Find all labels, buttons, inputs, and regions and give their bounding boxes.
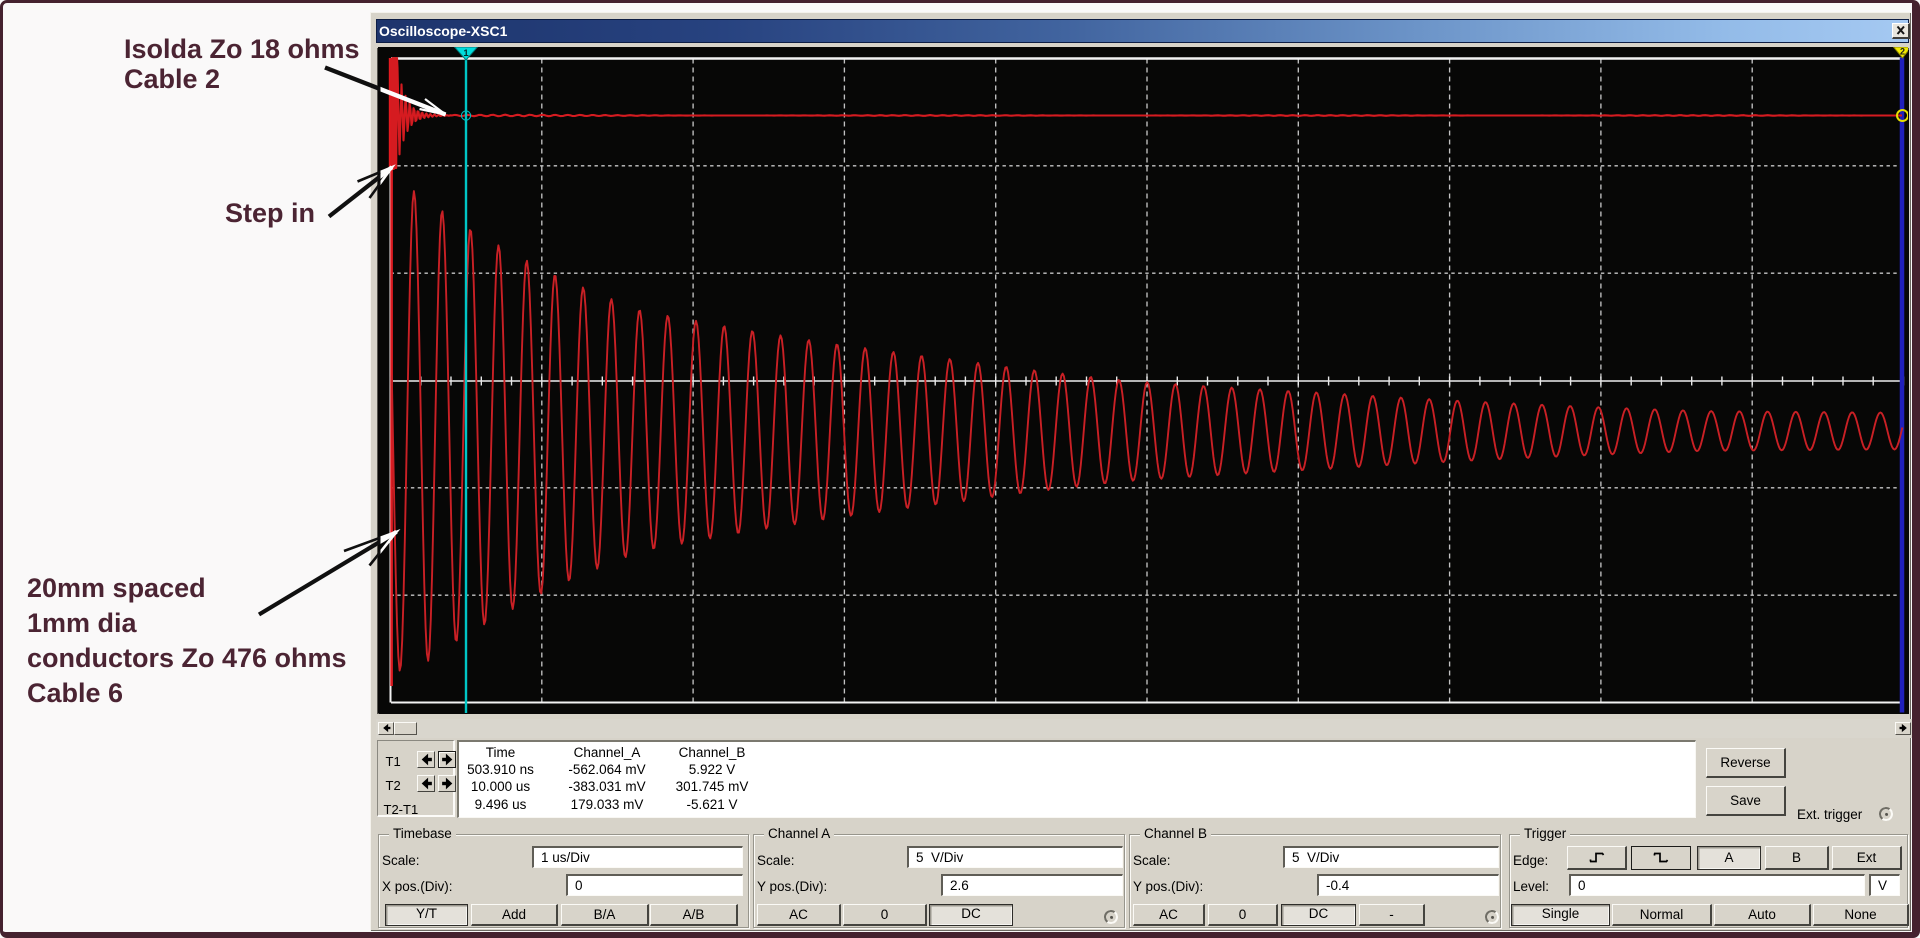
- svg-text:1: 1: [463, 48, 469, 59]
- svg-text:2: 2: [1900, 47, 1905, 57]
